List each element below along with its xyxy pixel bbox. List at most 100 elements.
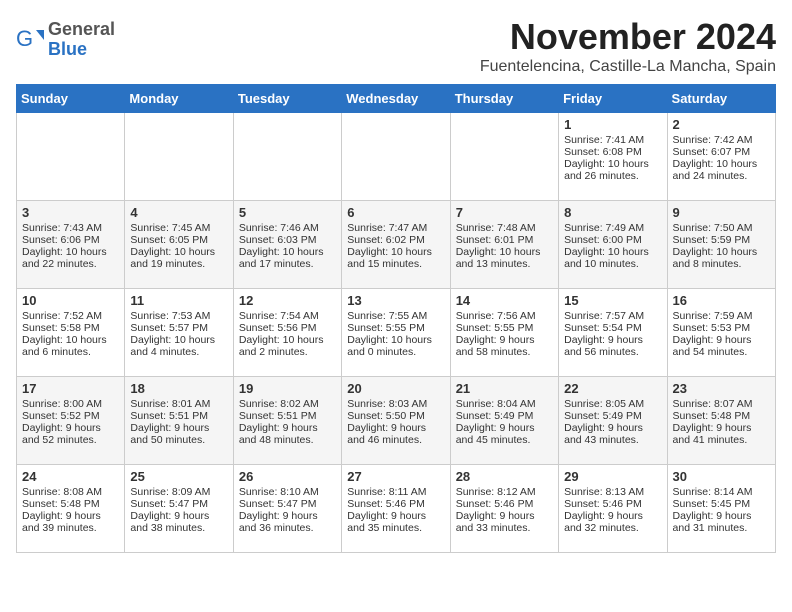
cell-info: Sunset: 6:06 PM — [22, 234, 119, 246]
cell-info: and 50 minutes. — [130, 434, 227, 446]
cell-info: and 8 minutes. — [673, 258, 770, 270]
cell-info: and 22 minutes. — [22, 258, 119, 270]
calendar-cell: 14Sunrise: 7:56 AMSunset: 5:55 PMDayligh… — [450, 289, 558, 377]
cell-info: Daylight: 10 hours — [347, 334, 444, 346]
day-number: 23 — [673, 381, 770, 396]
cell-info: and 58 minutes. — [456, 346, 553, 358]
cell-info: and 52 minutes. — [22, 434, 119, 446]
day-number: 28 — [456, 469, 553, 484]
cell-info: and 6 minutes. — [22, 346, 119, 358]
calendar-cell: 19Sunrise: 8:02 AMSunset: 5:51 PMDayligh… — [233, 377, 341, 465]
calendar-cell: 15 Sunrise: 7:57 AMSunset: 5:54 PMDayligh… — [559, 289, 667, 377]
svg-text:G: G — [16, 26, 33, 51]
cell-info: and 31 minutes. — [673, 522, 770, 534]
day-number: 8 — [564, 205, 661, 220]
day-number: 22 — [564, 381, 661, 396]
cell-info: Sunset: 6:03 PM — [239, 234, 336, 246]
day-number: 14 — [456, 293, 553, 308]
cell-info: Sunrise: 8:08 AM — [22, 486, 119, 498]
cell-info: Sunrise: 7:41 AM — [564, 134, 661, 146]
cell-info: Sunrise: 7:54 AM — [239, 310, 336, 322]
weekday-friday: Friday — [559, 85, 667, 113]
cell-info: Daylight: 9 hours — [564, 334, 661, 346]
cell-info: Sunset: 5:46 PM — [456, 498, 553, 510]
calendar-cell: 9Sunrise: 7:50 AMSunset: 5:59 PMDaylight… — [667, 201, 775, 289]
weekday-thursday: Thursday — [450, 85, 558, 113]
calendar-cell: 1 Sunrise: 7:41 AMSunset: 6:08 PMDaylight… — [559, 113, 667, 201]
day-number: 10 — [22, 293, 119, 308]
cell-info: Sunset: 5:50 PM — [347, 410, 444, 422]
cell-info: and 32 minutes. — [564, 522, 661, 534]
calendar-cell: 16Sunrise: 7:59 AMSunset: 5:53 PMDayligh… — [667, 289, 775, 377]
calendar-cell: 20Sunrise: 8:03 AMSunset: 5:50 PMDayligh… — [342, 377, 450, 465]
weekday-sunday: Sunday — [17, 85, 125, 113]
cell-info: Sunset: 6:02 PM — [347, 234, 444, 246]
cell-info: Sunset: 5:46 PM — [347, 498, 444, 510]
week-row-1: 1Sunrise: 7:41 AMSunset: 6:08 PMDaylight… — [17, 113, 776, 201]
day-number: 30 — [673, 469, 770, 484]
day-number: 12 — [239, 293, 336, 308]
cell-info: Sunrise: 8:13 AM — [564, 486, 661, 498]
cell-info: Sunrise: 8:01 AM — [130, 398, 227, 410]
cell-info: Sunrise: 7:43 AM — [22, 222, 119, 234]
cell-info: Daylight: 9 hours — [456, 422, 553, 434]
day-number: 1 — [564, 117, 661, 132]
day-number: 24 — [22, 469, 119, 484]
day-number: 18 — [130, 381, 227, 396]
day-number: 6 — [347, 205, 444, 220]
cell-info: Sunset: 6:08 PM — [564, 146, 661, 158]
day-number: 17 — [22, 381, 119, 396]
cell-info: and 54 minutes. — [673, 346, 770, 358]
cell-info: and 10 minutes. — [564, 258, 661, 270]
cell-info: and 26 minutes. — [564, 170, 661, 182]
cell-info: Daylight: 9 hours — [347, 510, 444, 522]
cell-info: Daylight: 10 hours — [456, 246, 553, 258]
cell-info: and 56 minutes. — [564, 346, 661, 358]
cell-info: Daylight: 10 hours — [130, 246, 227, 258]
calendar-cell: 11Sunrise: 7:53 AMSunset: 5:57 PMDayligh… — [125, 289, 233, 377]
cell-info: Sunrise: 8:05 AM — [564, 398, 661, 410]
cell-info: Sunrise: 7:57 AM — [564, 310, 661, 322]
cell-info: Daylight: 9 hours — [564, 422, 661, 434]
cell-info: Sunrise: 7:52 AM — [22, 310, 119, 322]
cell-info: Sunset: 5:57 PM — [130, 322, 227, 334]
cell-info: Sunrise: 8:12 AM — [456, 486, 553, 498]
cell-info: and 36 minutes. — [239, 522, 336, 534]
calendar-cell: 13Sunrise: 7:55 AMSunset: 5:55 PMDayligh… — [342, 289, 450, 377]
cell-info: and 38 minutes. — [130, 522, 227, 534]
cell-info: Daylight: 9 hours — [22, 510, 119, 522]
cell-info: Daylight: 9 hours — [673, 510, 770, 522]
calendar-body: 1Sunrise: 7:41 AMSunset: 6:08 PMDaylight… — [17, 113, 776, 553]
cell-info: and 2 minutes. — [239, 346, 336, 358]
cell-info: Sunrise: 7:42 AM — [673, 134, 770, 146]
cell-info: Daylight: 10 hours — [673, 246, 770, 258]
cell-info: Sunset: 5:56 PM — [239, 322, 336, 334]
cell-info: Sunset: 5:54 PM — [564, 322, 661, 334]
cell-info: Daylight: 10 hours — [673, 158, 770, 170]
cell-info: Sunset: 5:47 PM — [130, 498, 227, 510]
weekday-header: SundayMondayTuesdayWednesdayThursdayFrid… — [17, 85, 776, 113]
day-number: 15 — [564, 293, 661, 308]
day-number: 5 — [239, 205, 336, 220]
calendar-cell: 24 Sunrise: 8:08 AMSunset: 5:48 PMDayligh… — [17, 465, 125, 553]
week-row-2: 3Sunrise: 7:43 AMSunset: 6:06 PMDaylight… — [17, 201, 776, 289]
calendar-cell: 23Sunrise: 8:07 AMSunset: 5:48 PMDayligh… — [667, 377, 775, 465]
title-section: November 2024 Fuentelencina, Castille-La… — [480, 16, 776, 76]
day-number: 20 — [347, 381, 444, 396]
cell-info: and 0 minutes. — [347, 346, 444, 358]
logo-general: General — [48, 20, 115, 40]
cell-info: and 39 minutes. — [22, 522, 119, 534]
cell-info: Sunset: 5:48 PM — [22, 498, 119, 510]
cell-info: and 24 minutes. — [673, 170, 770, 182]
cell-info: Sunset: 5:51 PM — [239, 410, 336, 422]
cell-info: Sunset: 5:53 PM — [673, 322, 770, 334]
calendar-cell — [342, 113, 450, 201]
cell-info: Daylight: 10 hours — [564, 158, 661, 170]
cell-info: Sunrise: 7:53 AM — [130, 310, 227, 322]
calendar-cell: 30Sunrise: 8:14 AMSunset: 5:45 PMDayligh… — [667, 465, 775, 553]
cell-info: Sunset: 5:45 PM — [673, 498, 770, 510]
cell-info: and 13 minutes. — [456, 258, 553, 270]
cell-info: Daylight: 9 hours — [347, 422, 444, 434]
day-number: 29 — [564, 469, 661, 484]
cell-info: Sunrise: 8:11 AM — [347, 486, 444, 498]
